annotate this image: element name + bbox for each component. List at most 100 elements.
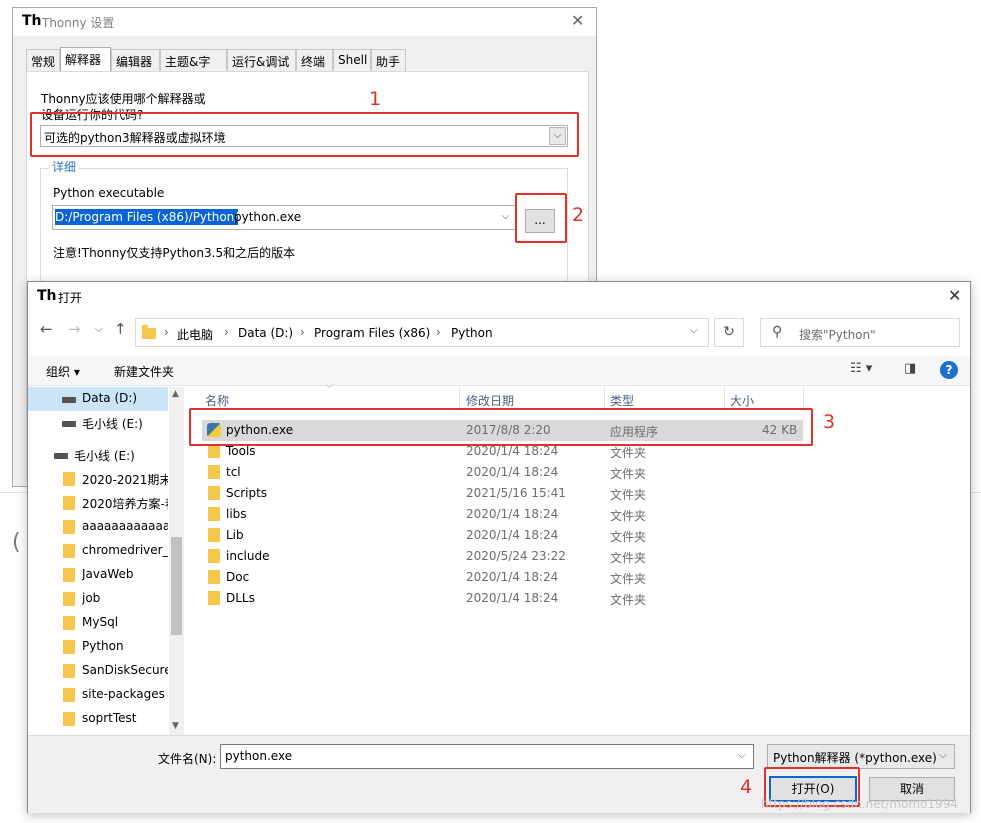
folder-icon: [63, 616, 75, 630]
sidebar-item[interactable]: soprtTest: [28, 707, 168, 731]
sidebar-item-label: MySql: [82, 615, 119, 629]
sidebar-item[interactable]: Python: [28, 635, 168, 659]
file-row[interactable]: Lib 2020/1/4 18:24 文件夹: [202, 525, 803, 546]
forward-arrow-icon[interactable]: →: [68, 320, 81, 338]
organize-menu[interactable]: 组织 ▾: [46, 363, 80, 380]
sidebar-item[interactable]: JavaWeb: [28, 563, 168, 587]
breadcrumb-separator: ›: [436, 325, 441, 339]
settings-tab[interactable]: 主题&字体: [160, 49, 227, 86]
search-input[interactable]: ⚲ 搜索"Python": [760, 318, 960, 347]
settings-tab[interactable]: Shell: [333, 49, 371, 71]
address-bar[interactable]: › 此电脑 › Data (D:) › Program Files (x86) …: [135, 318, 709, 347]
refresh-icon[interactable]: ↻: [714, 318, 744, 347]
sidebar-item-label: chromedriver_v: [82, 543, 168, 557]
sidebar-item[interactable]: job: [28, 587, 168, 611]
chevron-down-icon[interactable]: ⌵: [939, 750, 947, 761]
breadcrumb-this-pc[interactable]: 此电脑: [177, 326, 213, 343]
chevron-down-icon[interactable]: ⌵: [497, 209, 514, 227]
executable-selected-text: D:/Program Files (x86)/Python/: [55, 209, 239, 225]
python-executable-field[interactable]: D:/Program Files (x86)/Python/ python.ex…: [52, 205, 516, 230]
sidebar-item[interactable]: site-packages: [28, 683, 168, 707]
sidebar-scrollbar[interactable]: ▲ ▼: [169, 387, 184, 735]
details-legend: 详细: [49, 158, 80, 175]
sidebar-item-label: aaaaaaaaaaaaaa: [82, 519, 168, 533]
file-type-value: Python解释器 (*python.exe): [773, 751, 937, 765]
annotation-number-3: 3: [823, 411, 836, 433]
file-type: 文件夹: [610, 551, 647, 565]
file-row[interactable]: libs 2020/1/4 18:24 文件夹: [202, 504, 803, 525]
up-arrow-icon[interactable]: ↑: [114, 320, 127, 338]
sidebar-item[interactable]: 2020培养方案-春: [28, 491, 168, 515]
folder-icon: [63, 664, 75, 678]
filename-value: python.exe: [225, 749, 293, 763]
sidebar-item[interactable]: chromedriver_v: [28, 539, 168, 563]
breadcrumb-python[interactable]: Python: [451, 326, 493, 340]
help-icon[interactable]: ?: [940, 361, 958, 379]
file-row[interactable]: DLLs 2020/1/4 18:24 文件夹: [202, 588, 803, 609]
settings-tab[interactable]: 解释器: [60, 47, 111, 72]
search-placeholder: 搜索"Python": [799, 328, 876, 342]
chevron-down-icon[interactable]: ⌵: [690, 325, 698, 336]
scroll-down-icon[interactable]: ▼: [172, 721, 179, 731]
file-type: 文件夹: [610, 509, 647, 523]
settings-titlebar: Th Thonny 设置 ✕: [13, 8, 596, 36]
sidebar-item[interactable]: 毛小线 (E:): [28, 443, 168, 467]
file-row[interactable]: include 2020/5/24 23:22 文件夹: [202, 546, 803, 567]
file-name: DLLs: [226, 591, 255, 605]
thonny-app-icon: Th: [37, 288, 57, 304]
chevron-down-icon[interactable]: ⌵: [738, 750, 746, 761]
folder-icon: [63, 568, 75, 582]
folder-icon: [63, 592, 75, 606]
thonny-app-icon: Th: [22, 13, 42, 29]
dialog-toolbar: 组织 ▾ 新建文件夹 ☷ ▾ ◨ ?: [28, 356, 970, 386]
drive-icon: [62, 421, 76, 427]
sidebar-item[interactable]: MySql: [28, 611, 168, 635]
breadcrumb-drive[interactable]: Data (D:): [238, 326, 293, 340]
preview-pane-icon[interactable]: ◨: [904, 361, 916, 376]
settings-tab[interactable]: 终端: [296, 49, 333, 71]
filename-input[interactable]: python.exe ⌵: [220, 744, 754, 769]
close-icon[interactable]: ✕: [571, 11, 584, 30]
settings-tab[interactable]: 编辑器: [111, 49, 160, 71]
background-glyph: (: [12, 530, 21, 555]
navigation-pane: Data (D:) 毛小线 (E:) 毛小线 (E:) 2020-2021期末 2020…: [28, 387, 186, 735]
settings-tab[interactable]: 助手: [371, 49, 406, 71]
file-type: 文件夹: [610, 467, 647, 481]
sidebar-item[interactable]: Data (D:): [28, 387, 168, 411]
scroll-up-icon[interactable]: ▲: [172, 389, 179, 399]
settings-tab[interactable]: 运行&调试: [227, 49, 296, 71]
breadcrumb-program-files[interactable]: Program Files (x86): [314, 326, 430, 340]
file-row[interactable]: Doc 2020/1/4 18:24 文件夹: [202, 567, 803, 588]
file-row[interactable]: tcl 2020/1/4 18:24 文件夹: [202, 462, 803, 483]
file-date: 2020/1/4 18:24: [466, 444, 559, 458]
recent-chevron-icon[interactable]: ⌵: [95, 324, 103, 335]
file-date: 2021/5/16 15:41: [466, 486, 566, 500]
scrollbar-thumb[interactable]: [171, 537, 182, 635]
sidebar-item[interactable]: SanDiskSecure: [28, 659, 168, 683]
file-type: 文件夹: [610, 572, 647, 586]
new-folder-button[interactable]: 新建文件夹: [114, 363, 174, 380]
annotation-number-2: 2: [572, 204, 585, 226]
dialog-titlebar: Th 打开 ✕: [28, 282, 970, 312]
drive-icon: [62, 397, 76, 403]
watermark-text: https://blog.csdn.net/momo1994: [761, 797, 958, 811]
settings-tab[interactable]: 常规: [26, 49, 60, 71]
file-type-filter[interactable]: Python解释器 (*python.exe) ⌵: [767, 744, 955, 769]
annotation-box-2: [515, 193, 567, 243]
back-arrow-icon[interactable]: ←: [40, 320, 53, 338]
close-icon[interactable]: ✕: [948, 286, 961, 305]
sidebar-item[interactable]: aaaaaaaaaaaaaa: [28, 515, 168, 539]
folder-icon: [142, 325, 156, 339]
file-type: 文件夹: [610, 530, 647, 544]
sidebar-item[interactable]: 毛小线 (E:): [28, 411, 168, 435]
view-options-icon[interactable]: ☷ ▾: [850, 361, 872, 376]
folder-icon: [208, 528, 220, 542]
file-row[interactable]: Scripts 2021/5/16 15:41 文件夹: [202, 483, 803, 504]
folder-icon: [63, 688, 75, 702]
breadcrumb-separator: ›: [224, 325, 229, 339]
file-name: Scripts: [226, 486, 268, 500]
sidebar-item[interactable]: 2020-2021期末: [28, 467, 168, 491]
folder-icon: [208, 444, 220, 458]
file-name: Lib: [226, 528, 244, 542]
file-name: tcl: [226, 465, 241, 479]
